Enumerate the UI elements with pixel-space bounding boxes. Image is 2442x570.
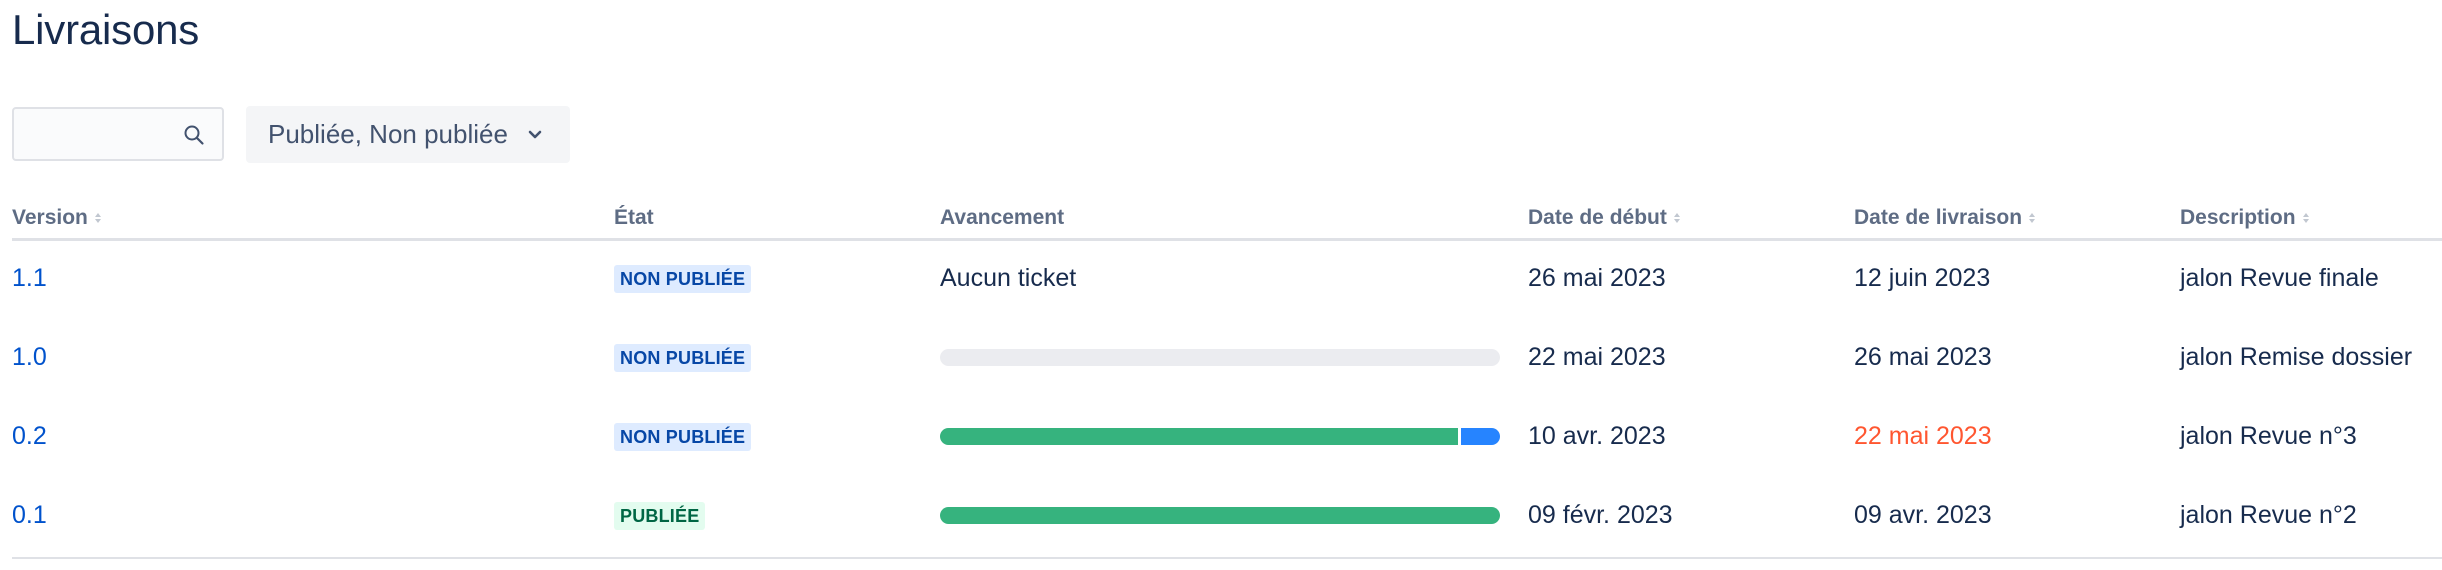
start-date-cell: 22 mai 2023 [1528, 343, 1666, 371]
column-header-label: Version [12, 206, 88, 229]
progress-cell [940, 397, 1500, 476]
column-header-label: Avancement [940, 206, 1065, 229]
release-date-cell: 26 mai 2023 [1854, 343, 1992, 371]
start-date-cell: 09 févr. 2023 [1528, 501, 1673, 529]
sort-icon [1673, 213, 1680, 223]
version-cell: 1.1 [12, 239, 47, 318]
release-date-cell: 12 juin 2023 [1854, 264, 1991, 292]
version-cell: 1.0 [12, 318, 47, 397]
progress-bar[interactable] [940, 428, 1500, 445]
status-cell: NON PUBLIÉE [614, 397, 752, 476]
description-cell: jalon Revue n°2 [2180, 501, 2357, 529]
status-cell: NON PUBLIÉE [614, 318, 752, 397]
status-badge: PUBLIÉE [614, 501, 706, 530]
progress-in-progress-segment [1461, 428, 1500, 445]
column-header-label: Date de livraison [1854, 206, 2023, 229]
status-filter-dropdown[interactable]: Publiée, Non publiée [246, 106, 570, 163]
release-date-cell: 22 mai 2023 [1854, 422, 1992, 450]
sort-icon [2302, 213, 2309, 223]
version-link[interactable]: 1.0 [12, 343, 47, 372]
version-link[interactable]: 0.1 [12, 501, 47, 530]
progress-cell [940, 476, 1500, 555]
progress-cell [940, 318, 1500, 397]
progress-bar[interactable] [940, 507, 1500, 524]
status-cell: NON PUBLIÉE [614, 239, 752, 318]
table-row: 1.1 NON PUBLIÉE Aucun ticket 26 mai 2023… [12, 239, 2442, 318]
column-header-release-date[interactable]: Date de livraison [1854, 196, 2037, 240]
status-badge: NON PUBLIÉE [614, 264, 752, 293]
search-icon[interactable] [182, 123, 206, 147]
release-date-cell: 09 avr. 2023 [1854, 501, 1992, 529]
sort-icon [2029, 213, 2036, 223]
status-badge: NON PUBLIÉE [614, 343, 752, 372]
description-cell: jalon Revue n°3 [2180, 422, 2357, 450]
page: Livraisons Publiée, Non publiée Version … [0, 0, 2442, 570]
start-date-cell: 10 avr. 2023 [1528, 422, 1666, 450]
chevron-down-icon [528, 130, 542, 138]
column-header-label: Date de début [1528, 206, 1667, 229]
search-box[interactable] [12, 107, 224, 161]
column-header-start-date[interactable]: Date de début [1528, 196, 1682, 240]
start-date-cell: 26 mai 2023 [1528, 264, 1666, 292]
table-bottom-divider [12, 557, 2442, 559]
version-link[interactable]: 0.2 [12, 422, 47, 451]
table-row: 0.1 PUBLIÉE 09 févr. 2023 09 avr. 2023 j… [12, 476, 2442, 555]
status-badge: NON PUBLIÉE [614, 422, 752, 451]
status-cell: PUBLIÉE [614, 476, 706, 555]
table-row: 0.2 NON PUBLIÉE 10 avr. 2023 22 mai 2023… [12, 397, 2442, 476]
version-cell: 0.1 [12, 476, 47, 555]
version-cell: 0.2 [12, 397, 47, 476]
sort-icon [94, 213, 101, 223]
no-tickets-text: Aucun ticket [940, 264, 1077, 292]
column-header-label: Description [2180, 206, 2296, 229]
description-cell: jalon Revue finale [2180, 264, 2379, 292]
page-title: Livraisons [12, 6, 200, 53]
description-cell: jalon Remise dossier [2180, 343, 2413, 371]
column-header-version[interactable]: Version [12, 196, 103, 240]
progress-bar[interactable] [940, 349, 1500, 366]
status-filter-label: Publiée, Non publiée [268, 119, 508, 149]
column-header-label: État [614, 206, 654, 229]
search-input[interactable] [24, 117, 178, 153]
progress-cell: Aucun ticket [940, 239, 1076, 318]
column-header-description[interactable]: Description [2180, 196, 2311, 240]
table-row: 1.0 NON PUBLIÉE 22 mai 2023 26 mai 2023 … [12, 318, 2442, 397]
progress-done-segment [940, 507, 1500, 524]
version-link[interactable]: 1.1 [12, 264, 47, 293]
progress-done-segment [940, 428, 1459, 445]
column-header-status: État [614, 196, 654, 240]
column-header-progress: Avancement [940, 196, 1064, 240]
